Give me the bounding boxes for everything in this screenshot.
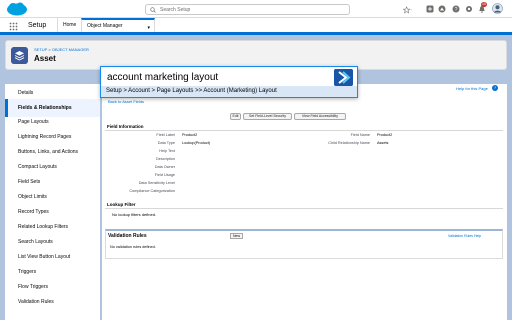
global-header: Search Setup ? 10 [0, 0, 512, 18]
app-navigation-bar: Setup Home Object Manager ▾ [0, 18, 512, 35]
page-title: Asset [34, 54, 56, 63]
help-question-icon[interactable]: ? [492, 85, 498, 91]
description-label: Description [156, 157, 175, 161]
edit-button[interactable]: Edit [230, 113, 241, 120]
data-type-value: Lookup(Product) [182, 141, 211, 145]
avatar[interactable] [492, 3, 503, 14]
tab-object-manager[interactable]: Object Manager ▾ [81, 18, 155, 32]
help-for-this-page-link[interactable]: Help for this Page [456, 86, 488, 91]
child-relationship-name-value: Assets [377, 141, 389, 145]
app-launcher-icon[interactable] [9, 22, 18, 31]
data-sensitivity-level-label: Data Sensitivity Level [138, 181, 175, 185]
validation-rules-section [105, 229, 503, 259]
view-field-accessibility-button[interactable]: View Field Accessibility [294, 113, 346, 120]
search-placeholder: Search Setup [160, 7, 191, 13]
breadcrumb: SETUP > OBJECT MANAGER [34, 47, 89, 52]
svg-text:?: ? [455, 7, 458, 13]
sidebar-item-validation-rules[interactable]: Validation Rules [5, 293, 100, 311]
back-to-fields-link[interactable]: Back to Asset Fields [108, 99, 144, 104]
field-name-label: Field Name [350, 133, 370, 137]
notification-count-badge: 10 [481, 2, 487, 7]
object-sidebar: Details Fields & Relationships Page Layo… [5, 84, 100, 320]
command-palette-go-icon[interactable] [334, 69, 353, 86]
field-usage-label: Field Usage [154, 173, 175, 177]
lookup-filter-heading: Lookup Filter [107, 202, 136, 207]
breadcrumb-setup-link[interactable]: SETUP [34, 47, 47, 52]
trailhead-icon[interactable] [438, 5, 446, 13]
data-type-label: Data Type [157, 141, 175, 145]
command-palette-input[interactable]: account marketing layout [107, 71, 218, 84]
section-divider [105, 208, 503, 209]
validation-rules-help-link[interactable]: Validation Rules Help [448, 234, 481, 238]
tab-home[interactable]: Home [57, 18, 81, 32]
field-label-value: Product2 [182, 133, 198, 137]
help-text-label: Help Text [159, 149, 175, 153]
validation-rules-heading: Validation Rules [108, 233, 147, 239]
help-icon[interactable]: ? [452, 5, 460, 13]
set-field-level-security-button[interactable]: Set Field-Level Security [243, 113, 292, 120]
tab-object-manager-label: Object Manager [87, 23, 123, 29]
gear-icon[interactable] [465, 5, 473, 13]
salesforce-logo-icon[interactable] [6, 2, 28, 16]
favorites-star-icon[interactable] [403, 6, 412, 14]
field-label-label: Field Label [156, 133, 175, 137]
validation-rules-empty-text: No validation rules defined. [110, 245, 156, 249]
search-icon [150, 7, 156, 13]
asset-object-icon [11, 47, 28, 64]
add-icon[interactable] [426, 5, 434, 13]
compliance-categorization-label: Compliance Categorization [129, 189, 175, 193]
breadcrumb-object-manager-link[interactable]: OBJECT MANAGER [52, 47, 89, 52]
app-name: Setup [28, 22, 47, 29]
field-information-heading: Field Information [107, 124, 144, 129]
field-name-value: Product2 [377, 133, 393, 137]
section-divider [105, 130, 503, 131]
new-validation-rule-button[interactable]: New [230, 233, 243, 239]
data-owner-label: Data Owner [154, 165, 175, 169]
setup-search-input[interactable]: Search Setup [145, 4, 350, 15]
command-palette-result-item[interactable]: Setup > Account > Page Layouts >> Accoun… [101, 86, 357, 97]
child-relationship-name-label: Child Relationship Name [328, 141, 370, 145]
chevron-down-icon[interactable]: ▾ [147, 22, 150, 34]
lookup-filter-empty-text: No lookup filters defined. [112, 212, 157, 217]
